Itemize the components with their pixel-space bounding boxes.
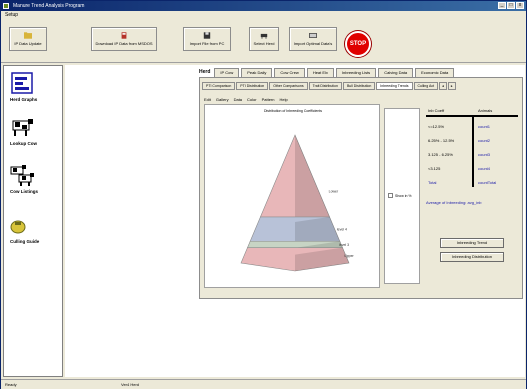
tab-inbreeding-lists[interactable]: Inbreeding Lists — [335, 68, 377, 77]
app-icon — [3, 3, 9, 9]
pyramid-layer-label: level 3 — [339, 243, 349, 247]
outer-tab-bar: Herd IP Cow Peak Daily Cow Crew Heat Elx… — [197, 65, 455, 77]
sidebar-item-herd-graphs[interactable]: Herd Graphs — [10, 72, 60, 102]
inbreeding-trend-button[interactable]: Inbreeding Trend — [440, 238, 504, 248]
window-title: Manure Trend Analysis Program — [13, 3, 85, 9]
pyramid-chart: Distribution of Inbreeding Coefficients … — [204, 104, 380, 288]
tab-bull-distribution[interactable]: Bull Distribution — [342, 82, 376, 90]
table-row-count: count4 — [478, 166, 491, 171]
folder-icon — [24, 32, 32, 39]
select-herd-button[interactable]: Select Herd — [249, 27, 279, 51]
app-window: Manure Trend Analysis Program _ □ x Setu… — [0, 0, 527, 389]
table-header-animals: Animals — [478, 108, 493, 113]
pyramid-layer-label: Lower — [329, 190, 339, 194]
download-icon — [121, 32, 127, 39]
sidebar-item-cow-listings[interactable]: Cow Listings — [10, 164, 60, 194]
table-row-count: count3 — [478, 152, 491, 157]
minimize-button[interactable]: _ — [498, 2, 506, 9]
table-row-count: count1 — [478, 124, 491, 129]
pyramid-layer-shade — [295, 135, 330, 223]
title-bar: Manure Trend Analysis Program _ □ x — [1, 1, 526, 11]
pyramid-layer-label: Upper — [344, 254, 354, 258]
import-optimal-data-button[interactable]: Import Optimal Data's — [289, 27, 337, 51]
tab-culling-act[interactable]: Culling Act — [413, 82, 439, 90]
table-row-total-count: countTotal — [478, 180, 497, 185]
table-row-range: 3.125 - 6.25% — [428, 152, 453, 157]
inbreeding-distribution-button[interactable]: Inbreeding Distribution — [440, 252, 504, 262]
tab-economic-data[interactable]: Economic Data — [415, 68, 455, 77]
graph-panel: PTI Comparison PTI Distribution Other Co… — [199, 77, 523, 299]
close-button[interactable]: x — [516, 2, 524, 9]
import-icon — [309, 33, 317, 38]
legend-panel: Show in % — [384, 108, 420, 284]
tab-cow-crew[interactable]: Cow Crew — [274, 68, 305, 77]
chart-icon — [11, 72, 33, 94]
status-bar: Ready Ver4 Herd — [1, 379, 526, 389]
tab-heat-elx[interactable]: Heat Elx — [306, 68, 334, 77]
herd-tab-label: Herd — [199, 69, 211, 75]
cow-icon — [12, 119, 33, 136]
tab-ip-cow[interactable]: IP Cow — [214, 68, 240, 77]
import-file-button[interactable]: Import File from PC — [183, 27, 231, 51]
tab-other-comparisons[interactable]: Other Comparisons — [269, 82, 308, 90]
table-row-range: <3.125 — [428, 166, 441, 171]
table-header-class: Inb Coeff — [428, 108, 445, 113]
submenu-data[interactable]: Data — [234, 97, 242, 102]
pyramid-layer-label: level 4 — [337, 228, 347, 232]
pyramid-svg: Lower level 4 level 3 Upper — [240, 134, 355, 272]
window-controls: _ □ x — [498, 2, 524, 9]
submenu-pattern[interactable]: Pattern — [262, 97, 275, 102]
tab-peak-daily[interactable]: Peak Daily — [241, 68, 273, 77]
tab-pti-comparison[interactable]: PTI Comparison — [202, 82, 236, 90]
submenu-help[interactable]: Help — [280, 97, 288, 102]
tab-pti-distribution[interactable]: PTI Distribution — [236, 82, 269, 90]
class-table: Inb Coeff Animals <=12.5% count1 6.25% -… — [426, 108, 518, 192]
ip-data-update-button[interactable]: IP Data Update — [9, 27, 47, 51]
tab-calving-data[interactable]: Calving Data — [378, 68, 414, 77]
toolbar: IP Data Update Download IP Data from MSD… — [1, 21, 526, 63]
show-percent-label: Show in % — [395, 193, 412, 198]
save-icon — [203, 32, 211, 39]
tab-scroll-left-button[interactable]: ◂ — [439, 82, 447, 90]
tab-scroll-right-button[interactable]: ▸ — [447, 82, 456, 90]
sidebar-item-culling-guide[interactable]: Culling Guide — [10, 214, 60, 244]
culling-icon — [10, 220, 26, 234]
inner-tab-bar: PTI Comparison PTI Distribution Other Co… — [202, 82, 456, 90]
table-column-rule — [472, 115, 474, 187]
main-area: Herd IP Cow Peak Daily Cow Crew Heat Elx… — [65, 65, 525, 377]
menu-setup[interactable]: Setup — [5, 12, 18, 18]
table-row-count: count2 — [478, 138, 491, 143]
average-inbreeding-text: Average of Inbreeding: avg_inb — [426, 200, 482, 205]
table-row-range: 6.25% - 12.5% — [428, 138, 455, 143]
sidebar-item-lookup-cow[interactable]: Lookup Cow — [10, 116, 60, 146]
menu-bar: Setup — [1, 11, 526, 20]
table-row-range: <=12.5% — [428, 124, 445, 129]
maximize-button[interactable]: □ — [507, 2, 515, 9]
herd-icon — [260, 33, 268, 39]
tab-inbreeding-trends[interactable]: Inbreeding Trends — [376, 82, 413, 90]
download-ip-data-button[interactable]: Download IP Data from MSDOS — [91, 27, 157, 51]
submenu-color[interactable]: Color — [247, 97, 257, 102]
stop-button[interactable]: STOP — [345, 31, 371, 57]
table-row-total-label: Total — [428, 180, 437, 185]
show-percent-checkbox[interactable] — [388, 193, 393, 198]
chart-submenu: Edit Gallery Data Color Pattern Help — [204, 97, 288, 102]
sidebar: Herd Graphs Lookup Cow Cow Listings Cull… — [3, 65, 63, 377]
cows-icon — [10, 165, 34, 186]
submenu-gallery[interactable]: Gallery — [216, 97, 229, 102]
show-percent-option[interactable]: Show in % — [388, 193, 412, 198]
tab-trait-distribution[interactable]: Trait Distribution — [308, 82, 342, 90]
submenu-edit[interactable]: Edit — [204, 97, 211, 102]
